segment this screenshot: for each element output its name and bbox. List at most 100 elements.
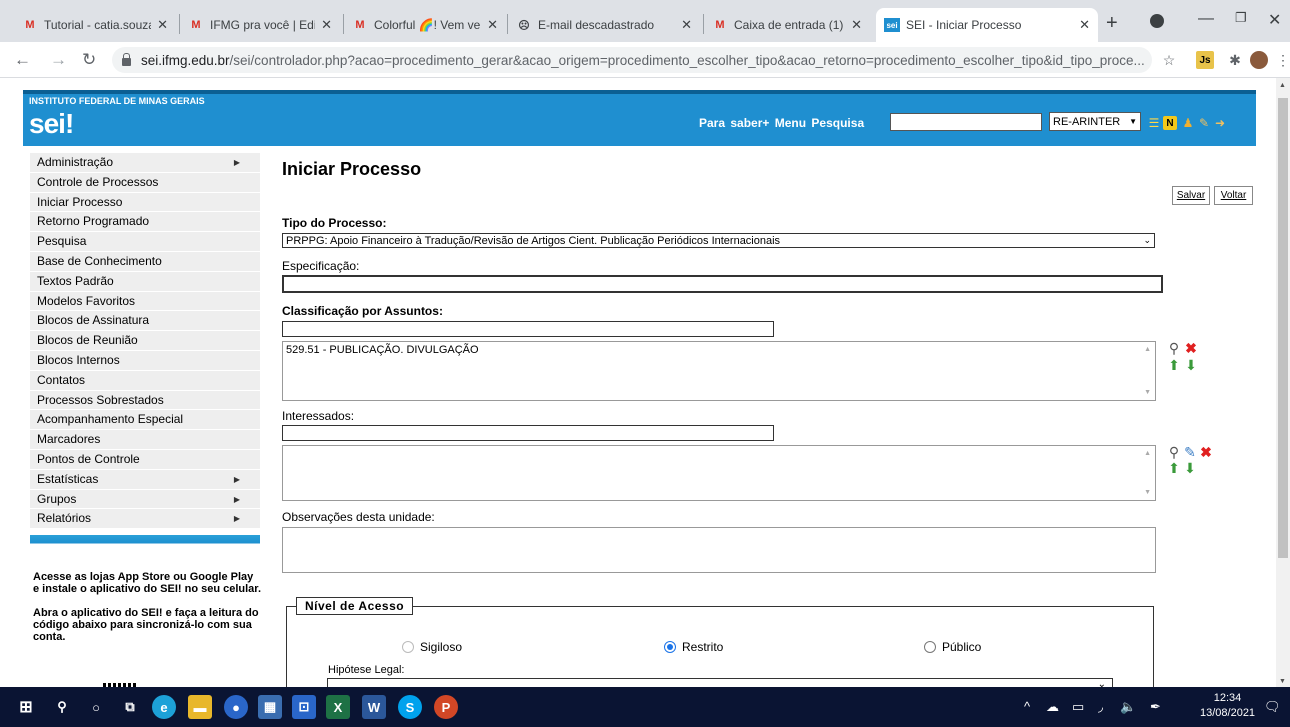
windows-start-icon[interactable]: ⊞ [14, 695, 38, 719]
unit-select[interactable]: RE-ARINTER ▼ [1049, 112, 1141, 131]
move-up-icon[interactable]: ⬆ [1166, 460, 1182, 476]
powerpoint-icon[interactable]: P [434, 695, 458, 719]
sidebar-item-retorno-programado[interactable]: Retorno Programado [30, 212, 260, 233]
scroll-up-icon[interactable]: ▲ [1144, 450, 1151, 457]
back-button[interactable]: Voltar [1214, 186, 1253, 205]
clock[interactable]: 12:34 13/08/2021 [1200, 691, 1255, 721]
wrench-icon[interactable]: ✎ [1197, 116, 1211, 130]
cortana-icon[interactable]: ○ [84, 695, 108, 719]
remove-icon[interactable]: ✖ [1183, 340, 1199, 356]
tipo-processo-select[interactable]: PRPPG: Apoio Financeiro à Tradução/Revis… [282, 233, 1155, 248]
magnifier-icon[interactable]: ⚲ [1166, 340, 1182, 356]
edge-icon[interactable]: e [152, 695, 176, 719]
sidebar-item-blocos-reuniao[interactable]: Blocos de Reunião [30, 331, 260, 351]
radio-publico[interactable]: Público [924, 640, 981, 654]
sidebar-item-controle-processos[interactable]: Controle de Processos [30, 172, 260, 193]
hipotese-legal-select[interactable]: ⌄ [327, 678, 1113, 687]
extension-icon[interactable]: Js [1196, 51, 1214, 69]
logout-icon[interactable]: ➜ [1213, 116, 1227, 130]
word-icon[interactable]: W [362, 695, 386, 719]
sei-logo[interactable]: sei! [29, 108, 74, 140]
search-icon[interactable]: ⚲ [50, 695, 74, 719]
scroll-down-icon[interactable]: ▼ [1144, 489, 1151, 496]
sidebar-item-modelos-favoritos[interactable]: Modelos Favoritos [30, 291, 260, 312]
radio-restrito[interactable]: Restrito [664, 640, 723, 654]
reload-icon[interactable]: ↻ [82, 50, 96, 70]
sidebar-item-base-conhecimento[interactable]: Base de Conhecimento [30, 251, 260, 272]
sidebar-item-processos-sobrestados[interactable]: Processos Sobrestados [30, 390, 260, 411]
list-icon[interactable]: ☰ [1147, 116, 1161, 130]
scroll-down-icon[interactable]: ▼ [1279, 678, 1286, 685]
sidebar-item-marcadores[interactable]: Marcadores [30, 430, 260, 450]
radio-button[interactable] [402, 641, 414, 653]
observacoes-textarea[interactable] [282, 527, 1156, 573]
close-tab-icon[interactable]: ✕ [1079, 17, 1090, 33]
chevron-up-icon[interactable]: ^ [1024, 699, 1030, 714]
close-window-icon[interactable]: ✕ [1268, 10, 1281, 30]
browser-tab[interactable]: M Caixa de entrada (1) - ✕ [704, 8, 870, 42]
notifications-icon[interactable]: 🗨 [1264, 699, 1281, 715]
sidebar-item-contatos[interactable]: Contatos [30, 370, 260, 391]
interessados-list[interactable]: ▲ ▼ [282, 445, 1156, 501]
magnifier-icon[interactable]: ⚲ [1166, 444, 1182, 460]
close-tab-icon[interactable]: ✕ [157, 17, 168, 33]
sidebar-item-iniciar-processo[interactable]: Iniciar Processo [30, 192, 260, 213]
close-tab-icon[interactable]: ✕ [681, 17, 692, 33]
bookmark-star-icon[interactable]: ☆ [1160, 51, 1178, 69]
close-tab-icon[interactable]: ✕ [851, 17, 862, 33]
file-explorer-icon[interactable]: ▬ [188, 695, 212, 719]
interessados-search-input[interactable] [282, 425, 774, 441]
store-icon[interactable]: ⊡ [292, 695, 316, 719]
menu-link[interactable]: Menu [775, 116, 806, 130]
scroll-down-icon[interactable]: ▼ [1144, 389, 1151, 396]
close-tab-icon[interactable]: ✕ [321, 17, 332, 33]
chrome-icon[interactable]: ● [224, 695, 248, 719]
onedrive-icon[interactable]: ☁ [1046, 699, 1059, 715]
volume-icon[interactable]: 🔈 [1120, 699, 1136, 715]
scroll-up-icon[interactable]: ▲ [1144, 346, 1151, 353]
back-icon[interactable]: ← [14, 50, 31, 70]
classificacao-list[interactable]: 529.51 - PUBLICAÇÃO. DIVULGAÇÃO ▲ ▼ [282, 341, 1156, 401]
move-down-icon[interactable]: ⬇ [1183, 357, 1199, 373]
sidebar-item-relatorios[interactable]: Relatórios ▶ [30, 509, 260, 530]
sidebar-item-estatisticas[interactable]: Estatísticas ▶ [30, 469, 260, 490]
task-view-icon[interactable]: ⧉ [118, 695, 142, 719]
close-tab-icon[interactable]: ✕ [487, 17, 498, 33]
saber-mais-link[interactable]: Para saber+ [699, 116, 769, 130]
sidebar-item-acompanhamento-especial[interactable]: Acompanhamento Especial [30, 410, 260, 431]
sidebar-item-blocos-internos[interactable]: Blocos Internos [30, 350, 260, 371]
calculator-icon[interactable]: ▦ [258, 695, 282, 719]
scroll-up-icon[interactable]: ▲ [1279, 82, 1286, 89]
puzzle-icon[interactable]: ✱ [1226, 51, 1244, 69]
sidebar-item-blocos-assinatura[interactable]: Blocos de Assinatura [30, 311, 260, 332]
wifi-icon[interactable]: ◞ [1098, 699, 1103, 715]
sidebar-item-administracao[interactable]: Administração ▶ [30, 153, 260, 173]
tab-search-icon[interactable] [1150, 14, 1164, 28]
more-icon[interactable]: ⋮ [1274, 51, 1290, 69]
sidebar-item-pontos-controle[interactable]: Pontos de Controle [30, 449, 260, 470]
sidebar-item-textos-padrao[interactable]: Textos Padrão [30, 271, 260, 292]
network-icon[interactable]: ▭ [1072, 699, 1084, 715]
browser-tab-active[interactable]: sei SEI - Iniciar Processo ✕ [876, 8, 1098, 42]
remove-icon[interactable]: ✖ [1198, 444, 1214, 460]
radio-button[interactable] [664, 641, 676, 653]
browser-tab[interactable]: ☹ E-mail descadastrado ✕ [508, 8, 700, 42]
new-tab-button[interactable]: + [1106, 12, 1118, 35]
news-icon[interactable]: N [1163, 116, 1177, 130]
radio-sigiloso[interactable]: Sigiloso [402, 640, 462, 654]
avatar[interactable] [1250, 51, 1268, 69]
pen-icon[interactable]: ✒ [1150, 699, 1161, 715]
search-input[interactable] [890, 113, 1042, 131]
scrollbar-thumb[interactable] [1278, 98, 1288, 558]
excel-icon[interactable]: X [326, 695, 350, 719]
url-field[interactable]: sei.ifmg.edu.br/sei/controlador.php?acao… [112, 47, 1152, 73]
save-button[interactable]: Salvar [1172, 186, 1210, 205]
sidebar-item-pesquisa[interactable]: Pesquisa [30, 232, 260, 252]
forward-icon[interactable]: → [50, 50, 67, 70]
edit-icon[interactable]: ✎ [1182, 444, 1198, 460]
restore-icon[interactable]: ❐ [1235, 10, 1247, 26]
browser-tab[interactable]: M IFMG pra você | Edição ✕ [180, 8, 340, 42]
pesquisa-link[interactable]: Pesquisa [811, 116, 864, 130]
classificacao-search-input[interactable] [282, 321, 774, 337]
browser-tab[interactable]: M Tutorial - catia.souza@ ✕ [14, 8, 176, 42]
